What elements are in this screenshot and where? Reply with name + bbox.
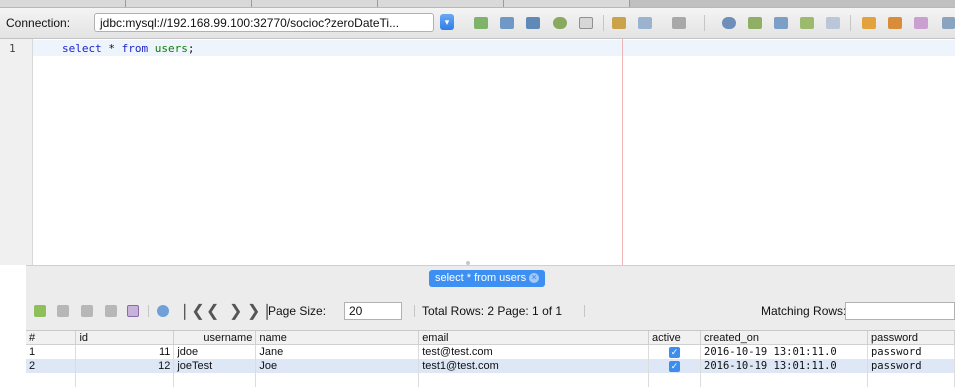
refresh-icon[interactable]	[157, 305, 169, 317]
window-tab[interactable]	[630, 0, 955, 7]
line-number: 1	[9, 42, 16, 55]
new-document-icon[interactable]	[579, 17, 593, 29]
connection-select[interactable]: jdbc:mysql://192.168.99.100:32770/socioc…	[94, 13, 434, 32]
table-row[interactable]: 1 11 jdoe Jane test@test.com ✓ 2016-10-1…	[26, 344, 955, 359]
cell-rownum[interactable]: 2	[26, 359, 77, 373]
comment-icon[interactable]	[914, 17, 928, 29]
previous-occurrence-icon[interactable]	[748, 17, 762, 29]
toolbar-separator	[850, 15, 851, 31]
keyword-select: select	[62, 42, 102, 55]
history-icon[interactable]	[553, 17, 567, 29]
column-header-active[interactable]: active	[648, 331, 701, 345]
result-tab[interactable]: select * from users ✕	[429, 270, 546, 287]
sql-code-line[interactable]: select * from users;	[62, 42, 195, 55]
explain-icon[interactable]	[638, 17, 652, 29]
column-header-created-on[interactable]: created_on	[700, 331, 868, 345]
cell-active[interactable]: ✓	[648, 359, 701, 373]
page-size-label: Page Size:	[268, 304, 327, 318]
cell-id[interactable]: 12	[75, 359, 175, 373]
result-toolbar: ❘❮ ❮ ❯ ❯❘ Page Size: 20 Total Rows: 2 Pa…	[26, 300, 955, 322]
checkbox-checked-icon[interactable]: ✓	[669, 347, 681, 358]
cell-password[interactable]: password	[867, 344, 955, 359]
duplicate-row-icon[interactable]	[57, 305, 69, 317]
cell-id[interactable]: 11	[75, 344, 175, 359]
total-rows-status: Total Rows: 2 Page: 1 of 1	[422, 304, 563, 318]
checkbox-checked-icon[interactable]: ✓	[669, 361, 681, 372]
toolbar-separator	[704, 15, 705, 31]
column-header-password[interactable]: password	[867, 331, 955, 345]
uncomment-icon[interactable]	[942, 17, 955, 29]
cancel-edits-icon[interactable]	[127, 305, 139, 317]
keyword-from: from	[121, 42, 149, 55]
prev-page-icon[interactable]: ❮	[206, 301, 219, 321]
matching-rows-input[interactable]	[845, 302, 955, 320]
next-page-icon[interactable]: ❯	[229, 301, 242, 321]
sql-toolbar: Connection: jdbc:mysql://192.168.99.100:…	[0, 8, 955, 39]
page-size-input[interactable]: 20	[344, 302, 402, 320]
run-file-icon[interactable]	[500, 17, 514, 29]
next-occurrence-icon[interactable]	[774, 17, 788, 29]
cell-name[interactable]: Joe	[255, 359, 420, 373]
sql-editor[interactable]: 1 select * from users;	[0, 39, 955, 265]
toggle-rectangular-selection-icon[interactable]	[826, 17, 840, 29]
first-page-icon[interactable]: ❘❮	[178, 301, 205, 321]
run-statement-icon[interactable]	[474, 17, 488, 29]
table-identifier: users	[154, 42, 188, 55]
shift-right-icon[interactable]	[888, 17, 902, 29]
right-margin-line	[622, 39, 623, 265]
table-row[interactable]: 2 12 joeTest Joe test1@test.com ✓ 2016-1…	[26, 359, 955, 373]
code-star: *	[101, 42, 122, 55]
column-header-email[interactable]: email	[418, 331, 650, 345]
toggle-highlight-icon[interactable]	[800, 17, 814, 29]
bookmark-icon[interactable]	[672, 17, 686, 29]
cell-name[interactable]: Jane	[255, 344, 420, 359]
cell-email[interactable]: test@test.com	[418, 344, 650, 359]
window-tab[interactable]	[378, 0, 504, 7]
window-tab[interactable]	[252, 0, 378, 7]
column-header-rownum[interactable]: #	[26, 331, 77, 345]
toolbar-separator	[603, 15, 604, 31]
cell-password[interactable]: password	[867, 359, 955, 373]
connection-label: Connection:	[6, 16, 71, 30]
result-table: # id username name email active created_…	[26, 331, 955, 387]
window-tab-strip	[0, 0, 955, 8]
column-header-username[interactable]: username	[173, 331, 257, 345]
cell-username[interactable]: joeTest	[173, 359, 257, 373]
column-header-name[interactable]: name	[255, 331, 420, 345]
cell-created-on[interactable]: 2016-10-19 13:01:11.0	[700, 344, 868, 359]
cell-active[interactable]: ✓	[648, 344, 701, 359]
cell-created-on[interactable]: 2016-10-19 13:01:11.0	[700, 359, 868, 373]
cell-rownum[interactable]: 1	[26, 344, 77, 359]
result-tab-label: select * from users	[435, 272, 527, 284]
column-header-id[interactable]: id	[75, 331, 175, 345]
find-icon[interactable]	[722, 17, 736, 29]
toolbar-separator	[584, 305, 585, 317]
format-icon[interactable]	[612, 17, 626, 29]
commit-record-icon[interactable]	[105, 305, 117, 317]
shift-left-icon[interactable]	[862, 17, 876, 29]
result-grid: # id username name email active created_…	[26, 330, 955, 387]
toolbar-separator	[148, 305, 149, 317]
output-panel: select * from users ✕ ❘❮ ❮ ❯ ❯❘ Page Size…	[26, 265, 955, 387]
toolbar-separator	[414, 305, 415, 317]
window-tab[interactable]	[0, 0, 126, 7]
dropdown-icon[interactable]: ▾	[440, 14, 454, 30]
table-header-row: # id username name email active created_…	[26, 331, 955, 345]
insert-record-icon[interactable]	[34, 305, 46, 317]
cell-email[interactable]: test1@test.com	[418, 359, 650, 373]
delete-row-icon[interactable]	[81, 305, 93, 317]
matching-rows-label: Matching Rows:	[761, 304, 847, 318]
line-number-gutter: 1	[0, 39, 33, 265]
code-semicolon: ;	[187, 42, 195, 55]
window-tab[interactable]	[126, 0, 252, 7]
window-tab[interactable]	[504, 0, 630, 7]
commit-icon[interactable]	[526, 17, 540, 29]
close-icon[interactable]: ✕	[529, 273, 540, 284]
cell-username[interactable]: jdoe	[173, 344, 257, 359]
